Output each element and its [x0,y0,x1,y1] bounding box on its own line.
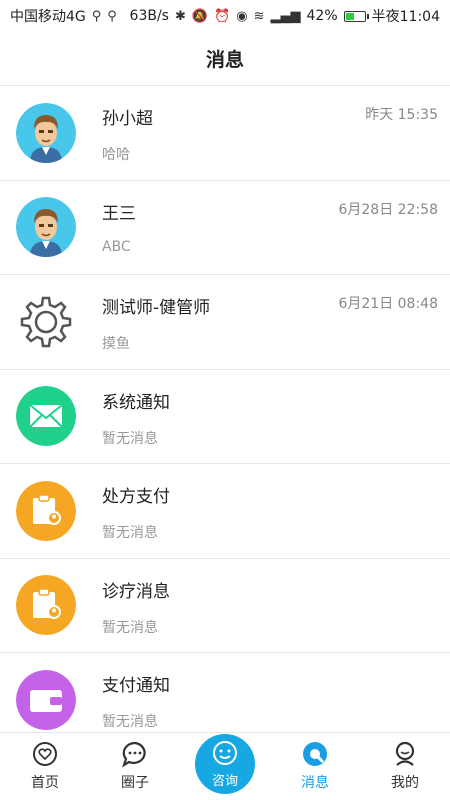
bottom-tab-bar: 首页 圈子 咨询 消息 我的 [0,732,450,800]
conversation-name: 测试师-健管师 [102,298,211,318]
message-list: 孙小超 昨天 15:35 哈哈 王三 6月28日 22:58 ABC 测试师-健… [0,86,450,733]
mail-icon [16,386,76,447]
gear-icon [16,292,76,352]
conversation-name: 系统通知 [102,392,170,413]
status-bar: 中国移动4G ⚲ ⚲ 63B/s ✱ 🔕 ⏰ ◉ ≋ ▂▄▆ 42% 半夜11:… [0,0,450,32]
chat-bubble-icon [121,740,149,768]
male-avatar-icon [16,102,76,163]
message-icon [301,740,329,768]
tab-messages[interactable]: 消息 [270,733,360,800]
conversation-name: 支付通知 [102,676,170,696]
signal-icon: ▂▄▆ [270,8,301,24]
page-title: 消息 [205,49,244,71]
tab-label: 我的 [391,775,419,791]
conversation-time: 6月21日 08:48 [338,296,438,312]
conversation-item-wangsan[interactable]: 王三 6月28日 22:58 ABC [0,181,450,275]
conversation-name: 孙小超 [102,109,153,129]
conversation-time: 6月28日 22:58 [338,201,438,218]
tab-label: 咨询 [211,773,238,789]
network-speed: 63B/s [129,8,169,24]
smile-icon [212,740,238,770]
page-title-bar: 消息 [0,32,450,86]
conversation-preview: 暂无消息 [102,619,158,636]
clipboard-icon [16,575,76,636]
battery-icon [343,10,369,22]
eye-icon: ◉ [236,8,248,24]
conversation-item-system-notice[interactable]: 系统通知 暂无消息 [0,370,450,464]
person-icon [391,740,419,768]
conversation-item-treatment-message[interactable]: 诊疗消息 暂无消息 [0,559,450,653]
heart-circle-icon [31,740,59,768]
mute-icon: 🔕 [191,8,209,24]
conversation-item-tester-health-manager[interactable]: 测试师-健管师 6月21日 08:48 摸鱼 [0,275,450,370]
tab-label: 首页 [31,775,59,791]
conversation-name: 王三 [102,203,136,224]
battery-percent: 42% [306,8,338,24]
male-avatar-icon [16,197,76,258]
conversation-item-prescription-payment[interactable]: 处方支付 暂无消息 [0,464,450,559]
usb-icon: ⚲ [91,8,102,24]
tab-label: 圈子 [121,775,149,791]
conversation-preview: 暂无消息 [102,430,158,447]
wifi-icon: ≋ [253,8,265,24]
conversation-item-payment-notice[interactable]: 支付通知 暂无消息 [0,653,450,733]
usb-icon-2: ⚲ [107,8,117,24]
clipboard-icon [16,480,76,541]
tab-circle[interactable]: 圈子 [90,733,180,800]
conversation-preview: 摸鱼 [102,336,130,352]
conversation-item-sunxiaochao[interactable]: 孙小超 昨天 15:35 哈哈 [0,86,450,181]
tab-mine[interactable]: 我的 [360,733,450,800]
conversation-time: 昨天 15:35 [365,107,438,123]
carrier-label: 中国移动4G [10,9,86,25]
tab-home[interactable]: 首页 [0,733,90,800]
clock: 半夜11:04 [371,9,440,25]
conversation-preview: 哈哈 [102,147,130,163]
conversation-name: 处方支付 [102,487,170,507]
bluetooth-icon: ✱ [174,8,186,24]
conversation-preview: ABC [102,238,131,255]
alarm-icon: ⏰ [214,8,231,24]
wallet-icon [16,669,76,730]
tab-consult[interactable]: 咨询 [180,733,270,800]
tab-label: 消息 [301,775,329,791]
conversation-preview: 暂无消息 [102,714,158,730]
conversation-preview: 暂无消息 [102,525,158,541]
conversation-name: 诊疗消息 [102,581,170,602]
consult-button[interactable]: 咨询 [195,734,255,794]
